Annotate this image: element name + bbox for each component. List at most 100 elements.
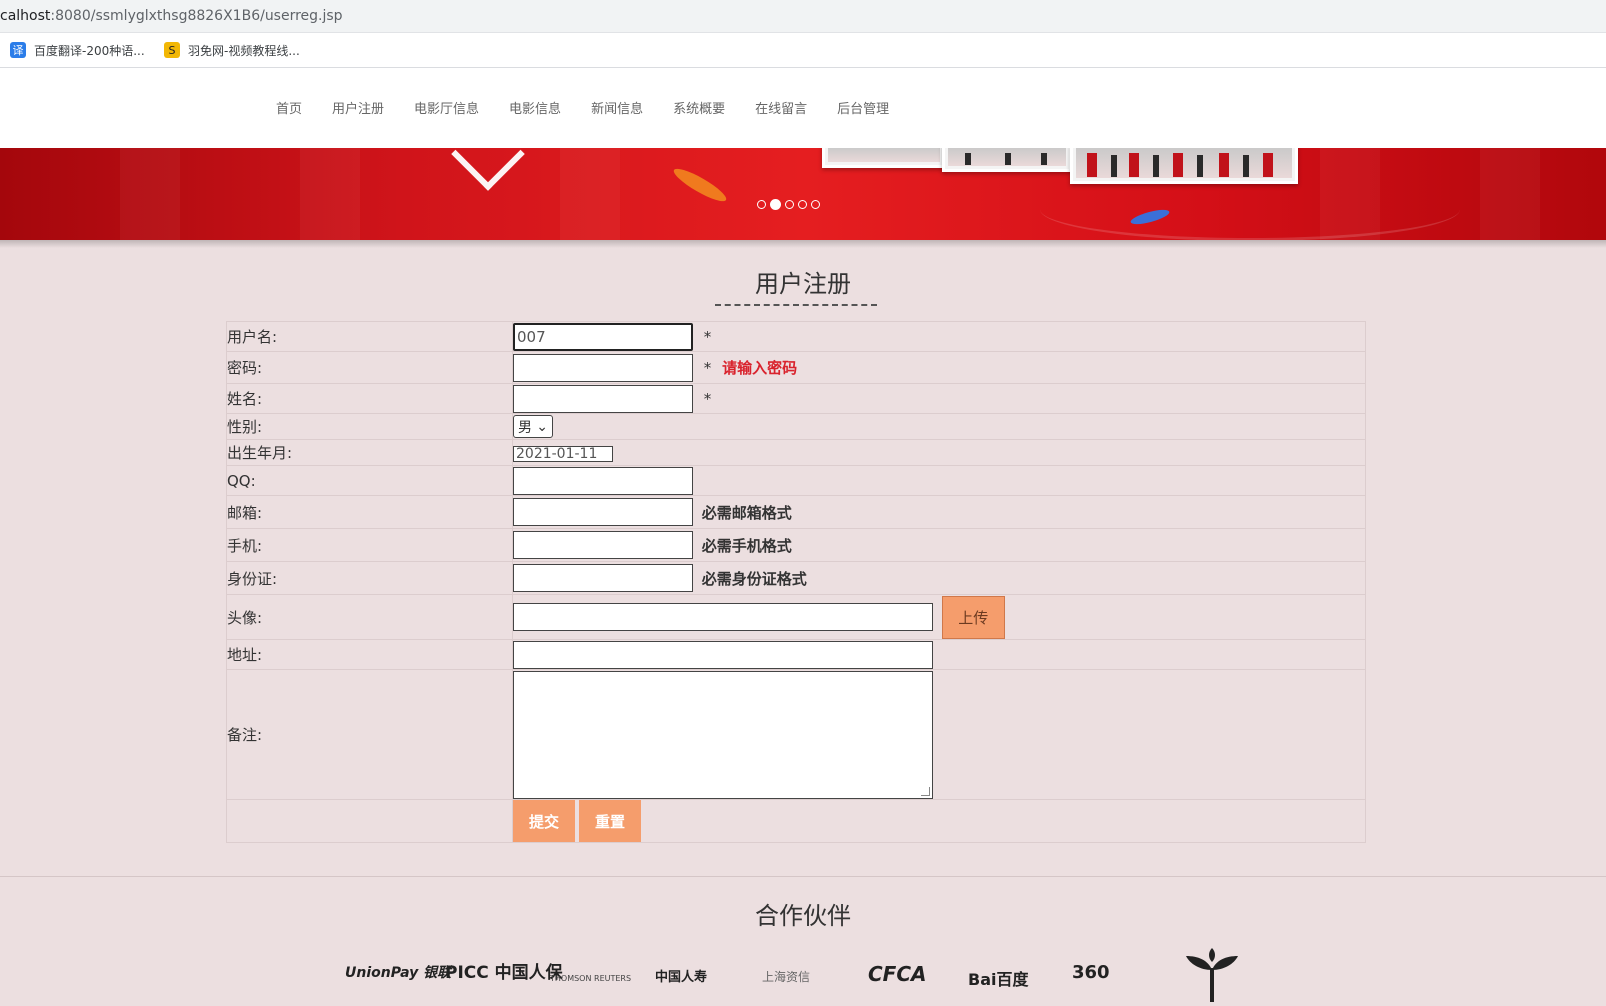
address-label: 地址: [226,639,513,670]
submit-button[interactable]: 提交 [513,800,575,842]
thomson-reuters-logo[interactable]: THOMSON REUTERS [550,974,631,983]
carousel-dot[interactable] [785,200,794,209]
qq-input[interactable] [513,466,693,495]
url-path: :8080/ssmlyglxthsg8826X1B6/userreg.jsp [50,8,343,24]
baidu-logo[interactable]: Bai百度 [968,966,1028,990]
form-row-address: 地址: [226,639,1366,670]
nav-cinema-hall[interactable]: 电影厅信息 [414,98,479,117]
nav-home[interactable]: 首页 [276,98,302,117]
china-life-logo[interactable]: 中国人寿 [655,966,707,985]
bookmark-label: 羽免网-视频教程线... [188,43,300,58]
bookmarks-bar: 译 百度翻译-200种语... S 羽免网-视频教程线... [0,33,1606,68]
bookmark-label: 百度翻译-200种语... [34,43,145,58]
page-title: 用户注册 [755,270,851,298]
password-error-text: 请输入密码 [722,359,798,377]
empty-label [226,799,513,843]
form-row-idcard: 身份证: 必需身份证格式 [226,561,1366,595]
address-bar[interactable]: calhost:8080/ssmlyglxthsg8826X1B6/userre… [0,0,1606,33]
gender-cell: 男 ⌄ [512,413,1366,440]
form-row-name: 姓名: * [226,383,1366,414]
chevron-down-icon: ⌄ [536,418,548,435]
reset-button[interactable]: 重置 [579,800,641,842]
unionpay-logo[interactable]: UnionPay 银联 [345,962,451,982]
password-input[interactable] [513,353,693,382]
registration-form: 用户名: * 密码: * 请输入密码 姓名: * 性别: 男⌄ 出生年月: 20… [226,321,1366,843]
phone-label: 手机: [226,528,513,562]
nav-system-overview[interactable]: 系统概要 [673,98,725,117]
idcard-input[interactable] [513,564,693,592]
leaf-logo[interactable] [1182,948,1242,1006]
banner-photo [1070,148,1298,184]
title-underline [715,304,877,306]
carousel-dot[interactable] [798,200,807,209]
carousel-dot-active[interactable] [770,199,781,210]
email-label: 邮箱: [226,495,513,529]
main-nav: 首页 用户注册 电影厅信息 电影信息 新闻信息 系统概要 在线留言 后台管理 [276,98,919,117]
carousel-dot[interactable] [811,200,820,209]
nav-user-register[interactable]: 用户注册 [332,98,384,117]
form-row-phone: 手机: 必需手机格式 [226,528,1366,562]
upload-button[interactable]: 上传 [941,595,1005,639]
360-logo[interactable]: 360 [1072,962,1110,983]
form-row-username: 用户名: * [226,321,1366,352]
partners-title: 合作伙伴 [755,902,851,930]
partner-logos: UnionPay 银联 PICC 中国人保 THOMSON REUTERS 中国… [0,948,1606,1006]
divider [0,240,1606,248]
birth-date-input[interactable]: 2021-01-11 [513,445,613,462]
username-input[interactable] [513,322,693,351]
form-row-remark: 备注: [226,669,1366,800]
required-mark: * [703,327,712,346]
carousel-indicators [757,199,820,210]
username-label: 用户名: [226,321,513,352]
password-label: 密码: [226,351,513,384]
gender-selected-value: 男 [518,419,532,436]
name-input[interactable] [513,384,693,413]
carousel-dot[interactable] [757,200,766,209]
email-input[interactable] [513,498,693,526]
site-header: 首页 用户注册 电影厅信息 电影信息 新闻信息 系统概要 在线留言 后台管理 [0,68,1606,148]
birth-cell: 2021-01-11 [512,439,1366,466]
qq-cell [512,465,1366,496]
resize-handle-icon[interactable] [921,786,930,796]
avatar-label: 头像: [226,594,513,640]
bookmark-baidu-translate[interactable]: 译 百度翻译-200种语... [10,41,145,59]
chevron-down-icon [451,148,525,191]
nav-news[interactable]: 新闻信息 [591,98,643,117]
url-host: calhost [0,8,51,24]
shanghai-credit-logo[interactable]: 上海资信 [762,968,810,985]
form-row-birth: 出生年月: 2021-01-11 [226,439,1366,466]
site-icon: S [164,42,180,58]
form-row-avatar: 头像: 上传 [226,594,1366,640]
picc-logo[interactable]: PICC 中国人保 [445,958,563,983]
phone-input[interactable] [513,531,693,559]
birth-label: 出生年月: [226,439,513,466]
address-input[interactable] [513,640,933,669]
remark-textarea[interactable] [513,670,933,799]
qq-label: QQ: [226,465,513,496]
idcard-hint: 必需身份证格式 [701,569,807,588]
password-cell: * 请输入密码 [512,351,1366,384]
idcard-cell: 必需身份证格式 [512,561,1366,595]
avatar-path-input[interactable] [513,603,933,631]
gender-select[interactable]: 男 ⌄ [513,415,553,438]
nav-movie-info[interactable]: 电影信息 [509,98,561,117]
avatar-cell: 上传 [512,594,1366,640]
form-row-gender: 性别: 男 ⌄ [226,413,1366,440]
banner-photo [942,148,1072,172]
idcard-label: 身份证: [226,561,513,595]
email-cell: 必需邮箱格式 [512,495,1366,529]
url-text[interactable]: calhost:8080/ssmlyglxthsg8826X1B6/userre… [0,8,343,24]
address-cell [512,639,1366,670]
phone-cell: 必需手机格式 [512,528,1366,562]
required-mark: * [703,389,712,408]
nav-online-message[interactable]: 在线留言 [755,98,807,117]
name-cell: * [512,383,1366,414]
cfca-logo[interactable]: CFCA [868,962,927,986]
bookmark-video-site[interactable]: S 羽免网-视频教程线... [164,41,300,59]
gender-label: 性别: [226,413,513,440]
nav-admin[interactable]: 后台管理 [837,98,889,117]
remark-cell [512,669,1366,800]
banner-carousel [0,148,1606,240]
phone-hint: 必需手机格式 [701,536,792,555]
email-hint: 必需邮箱格式 [701,503,792,522]
